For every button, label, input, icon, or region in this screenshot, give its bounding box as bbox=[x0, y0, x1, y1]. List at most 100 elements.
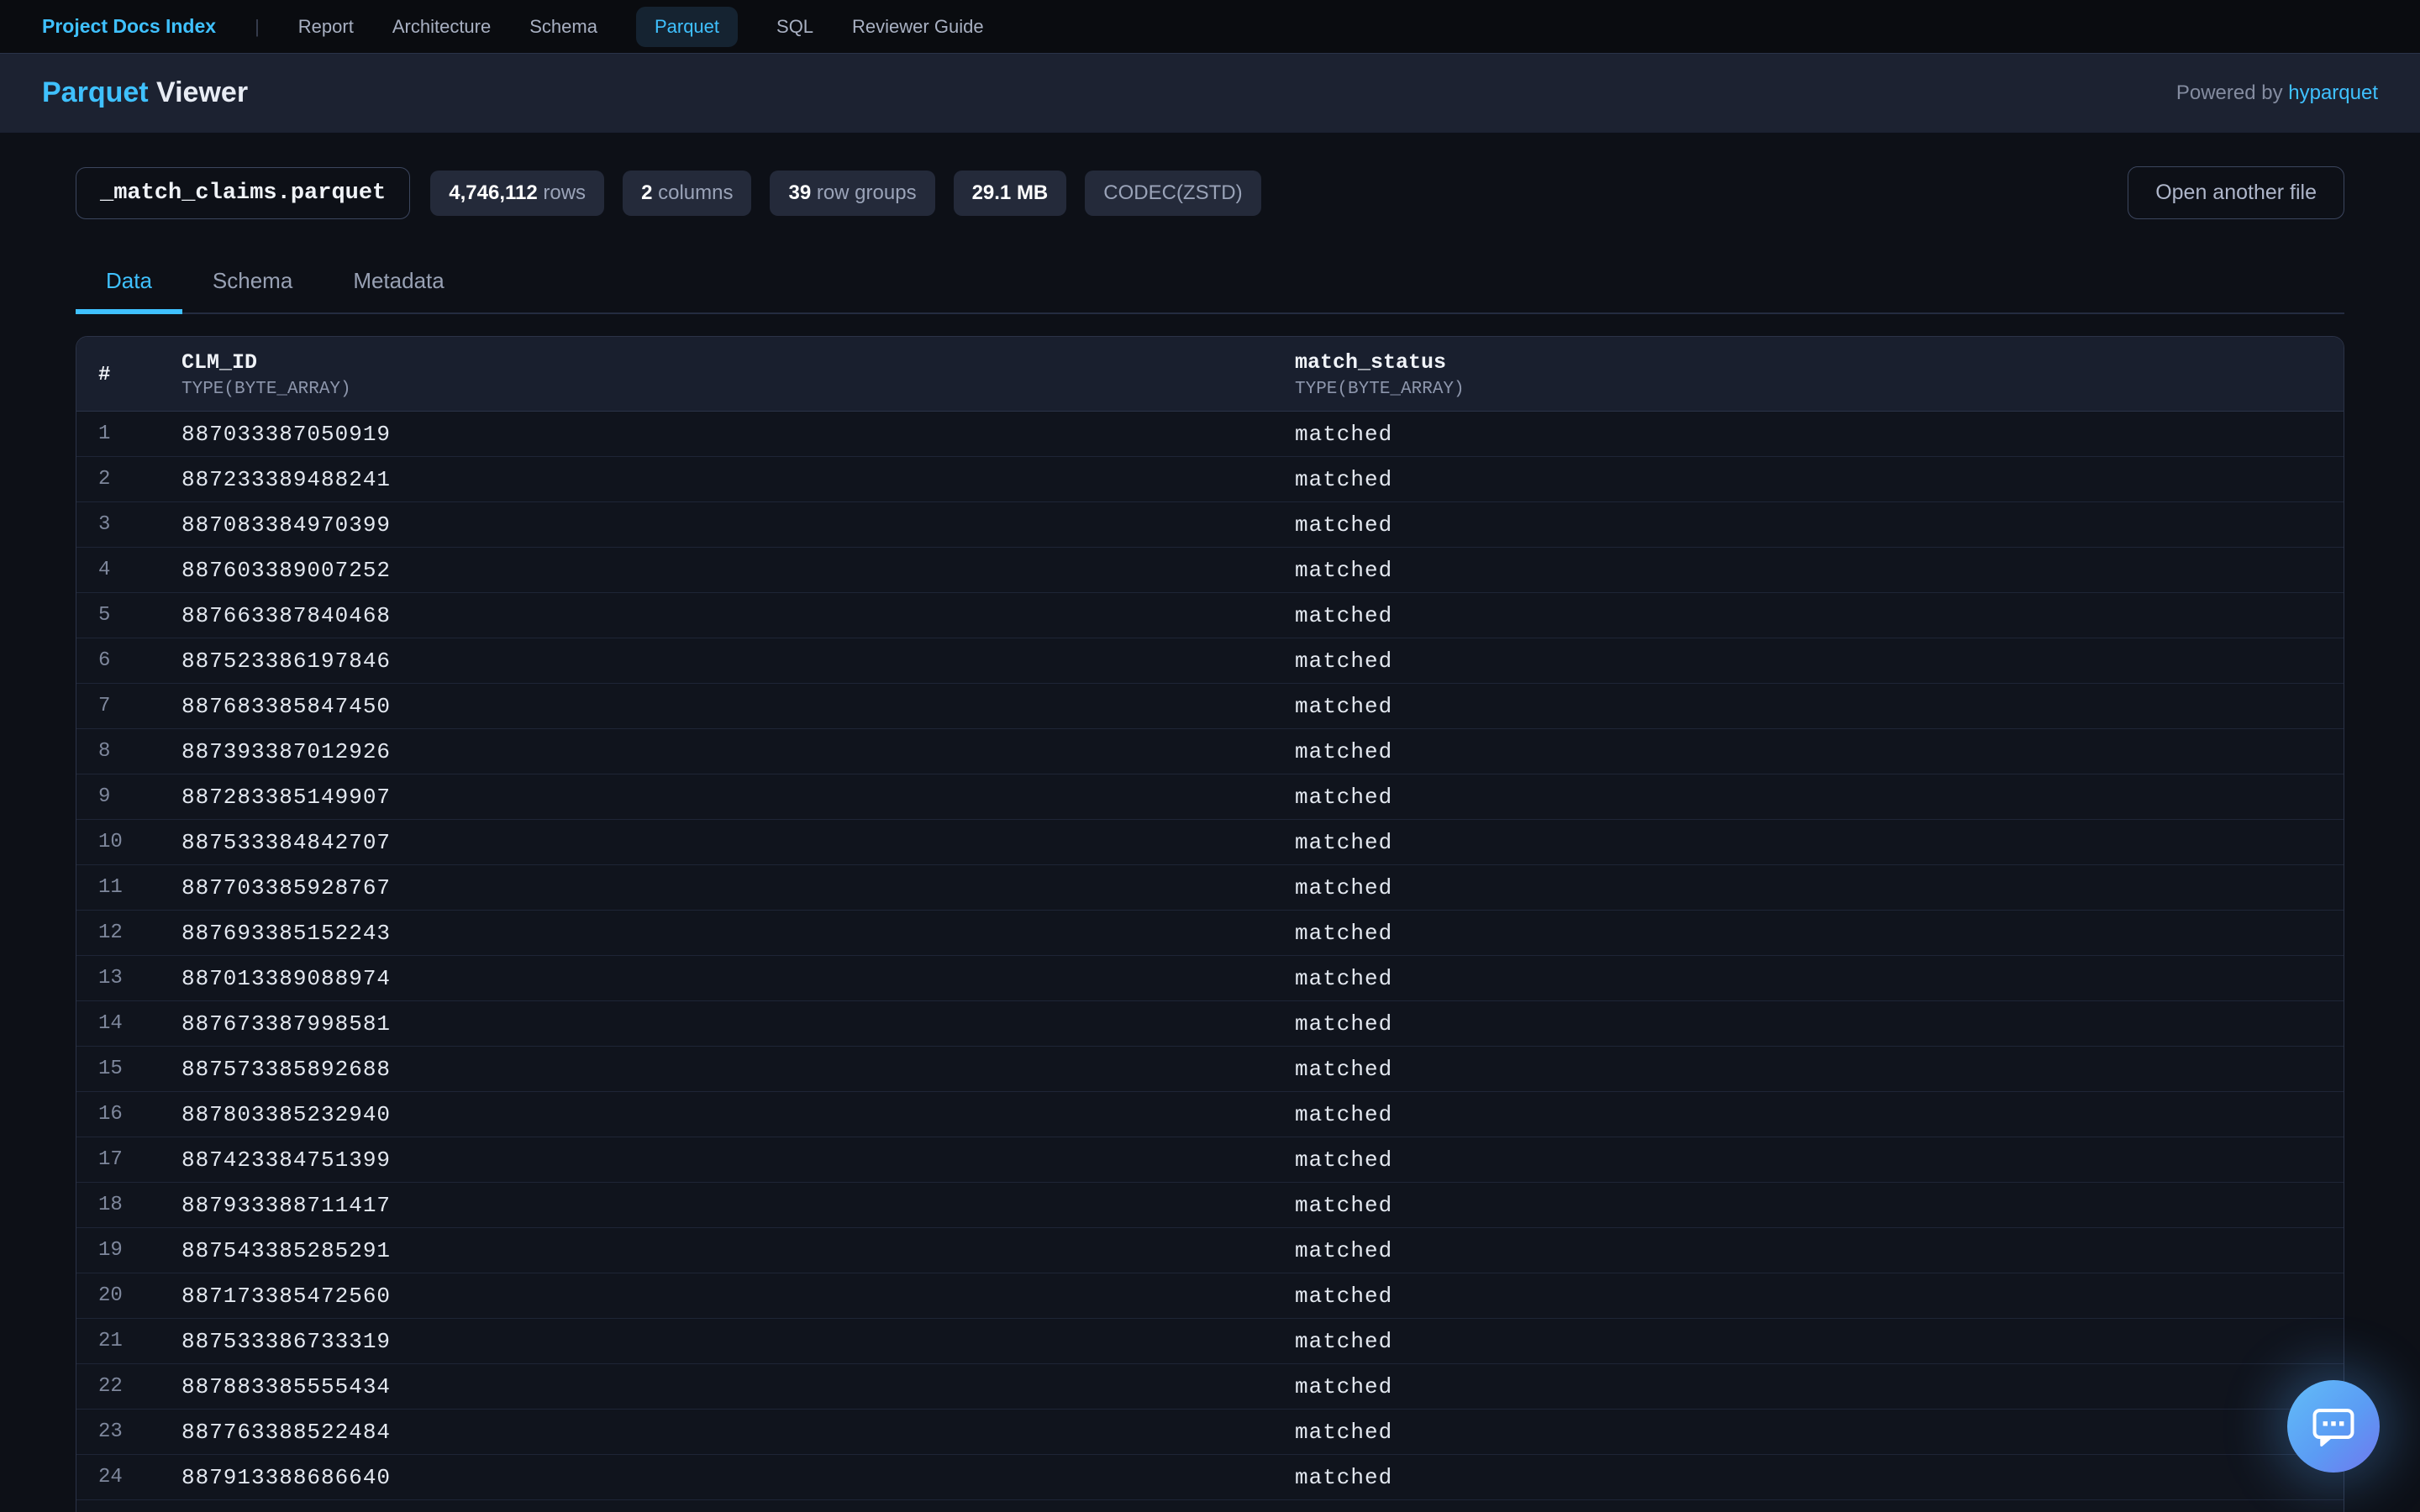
table-row: 24 887913388686640 matched bbox=[76, 1455, 2344, 1500]
table-row: 9 887283385149907 matched bbox=[76, 774, 2344, 820]
row-index: 17 bbox=[98, 1148, 123, 1171]
nav-brand[interactable]: Project Docs Index bbox=[42, 15, 216, 38]
file-stat-badge: 29.1 MB bbox=[953, 170, 1067, 216]
column-type: TYPE(BYTE_ARRAY) bbox=[1295, 380, 1465, 399]
cell-match-status: matched bbox=[1295, 421, 1393, 447]
cell-clm-id: 887883385555434 bbox=[182, 1373, 392, 1399]
powered-by: Powered by hyparquet bbox=[2176, 81, 2378, 105]
nav-item-schema[interactable]: Schema bbox=[529, 16, 597, 38]
tab-schema[interactable]: Schema bbox=[182, 255, 323, 314]
cell-clm-id: 887173385472560 bbox=[182, 1283, 392, 1309]
row-index: 5 bbox=[98, 604, 111, 627]
cell-match-status: matched bbox=[1295, 1283, 1393, 1309]
table-row: 21 887533386733319 matched bbox=[76, 1319, 2344, 1364]
cell-match-status: matched bbox=[1295, 738, 1393, 764]
row-index: 8 bbox=[98, 740, 111, 763]
row-index: 11 bbox=[98, 876, 123, 899]
cell-clm-id: 887033387050919 bbox=[182, 421, 392, 447]
column-name: match_status bbox=[1295, 350, 1447, 375]
cell-match-status: matched bbox=[1295, 693, 1393, 719]
row-index: 22 bbox=[98, 1375, 123, 1398]
table-row: 2 887233389488241 matched bbox=[76, 457, 2344, 502]
nav-items: Report Architecture Schema Parquet SQL Review… bbox=[298, 6, 984, 47]
nav-item-parquet[interactable]: Parquet bbox=[635, 6, 739, 47]
cell-clm-id: 887013389088974 bbox=[182, 965, 392, 991]
row-index: 13 bbox=[98, 967, 123, 990]
row-index: 12 bbox=[98, 921, 123, 944]
hyparquet-link[interactable]: hyparquet bbox=[2288, 81, 2378, 104]
data-table: # CLM_ID TYPE(BYTE_ARRAY) match_status T… bbox=[76, 336, 2344, 1512]
row-index: 23 bbox=[98, 1420, 123, 1443]
cell-match-status: matched bbox=[1295, 512, 1393, 538]
cell-clm-id: 887703385928767 bbox=[182, 874, 392, 900]
cell-match-status: matched bbox=[1295, 1056, 1393, 1082]
cell-clm-id: 887603389007252 bbox=[182, 557, 392, 583]
table-row: 16 887803385232940 matched bbox=[76, 1092, 2344, 1137]
filename-badge: _match_claims.parquet bbox=[76, 166, 411, 219]
cell-match-status: matched bbox=[1295, 557, 1393, 583]
cell-clm-id: 887523386197846 bbox=[182, 648, 392, 674]
top-nav: Project Docs Index | Report Architecture S… bbox=[0, 0, 2420, 53]
cell-clm-id: 887913388686640 bbox=[182, 1464, 392, 1490]
cell-match-status: matched bbox=[1295, 602, 1393, 628]
cell-match-status: matched bbox=[1295, 1147, 1393, 1173]
file-stat-badge: CODEC(ZSTD) bbox=[1085, 170, 1261, 216]
cell-match-status: matched bbox=[1295, 648, 1393, 674]
chat-button[interactable] bbox=[2287, 1380, 2380, 1473]
cell-clm-id: 887933388711417 bbox=[182, 1192, 392, 1218]
row-index: 2 bbox=[98, 468, 111, 491]
cell-match-status: matched bbox=[1295, 1101, 1393, 1127]
cell-clm-id: 887083384970399 bbox=[182, 512, 392, 538]
row-index: 7 bbox=[98, 695, 111, 717]
table-row: 22 887883385555434 matched bbox=[76, 1364, 2344, 1410]
nav-item-sql[interactable]: SQL bbox=[776, 16, 813, 38]
cell-match-status: matched bbox=[1295, 1237, 1393, 1263]
cell-clm-id: 887683385847450 bbox=[182, 693, 392, 719]
cell-clm-id: 887533386733319 bbox=[182, 1328, 392, 1354]
row-index: 6 bbox=[98, 649, 111, 672]
cell-match-status: matched bbox=[1295, 1328, 1393, 1354]
column-name: CLM_ID bbox=[182, 350, 258, 375]
nav-item-architecture[interactable]: Architecture bbox=[392, 16, 491, 38]
row-index: 14 bbox=[98, 1012, 123, 1035]
row-index: 21 bbox=[98, 1330, 123, 1352]
row-index: 20 bbox=[98, 1284, 123, 1307]
powered-by-text: Powered by bbox=[2175, 81, 2289, 104]
table-row: 20 887173385472560 matched bbox=[76, 1273, 2344, 1319]
table-row: 1 887033387050919 matched bbox=[76, 412, 2344, 457]
cell-match-status: matched bbox=[1295, 784, 1393, 810]
cell-clm-id: 887233389488241 bbox=[182, 466, 392, 492]
row-index: 19 bbox=[98, 1239, 123, 1262]
table-row: 5 887663387840468 matched bbox=[76, 593, 2344, 638]
column-header-clm-id: CLM_ID TYPE(BYTE_ARRAY) bbox=[182, 350, 1295, 399]
table-row: 6 887523386197846 matched bbox=[76, 638, 2344, 684]
cell-clm-id: 887543385285291 bbox=[182, 1237, 392, 1263]
row-index: 4 bbox=[98, 559, 111, 581]
table-row: 23 887763388522484 matched bbox=[76, 1410, 2344, 1455]
table-row: 14 887673387998581 matched bbox=[76, 1001, 2344, 1047]
column-header-match-status: match_status TYPE(BYTE_ARRAY) bbox=[1295, 350, 2344, 399]
cell-match-status: matched bbox=[1295, 1192, 1393, 1218]
cell-clm-id: 887393387012926 bbox=[182, 738, 392, 764]
table-row: 25887453387120968matched bbox=[76, 1500, 2344, 1512]
tab-metadata[interactable]: Metadata bbox=[323, 255, 474, 314]
tab-data[interactable]: Data bbox=[76, 255, 182, 314]
table-body: 1 887033387050919 matched 2 887233389488241 m… bbox=[76, 412, 2344, 1512]
nav-item-reviewer-guide[interactable]: Reviewer Guide bbox=[852, 16, 984, 38]
file-stat-badge: 4,746,112 rows bbox=[430, 170, 605, 216]
cell-match-status: matched bbox=[1295, 920, 1393, 946]
row-index: 9 bbox=[98, 785, 111, 808]
table-row: 13 887013389088974 matched bbox=[76, 956, 2344, 1001]
table-row: 7 887683385847450 matched bbox=[76, 684, 2344, 729]
open-another-file-button[interactable]: Open another file bbox=[2128, 166, 2344, 219]
cell-clm-id: 887283385149907 bbox=[182, 784, 392, 810]
table-row: 10 887533384842707 matched bbox=[76, 820, 2344, 865]
view-tabs: Data Schema Metadata bbox=[76, 255, 2344, 314]
table-row: 8 887393387012926 matched bbox=[76, 729, 2344, 774]
file-stat-badge: 39 row groups bbox=[770, 170, 935, 216]
table-row: 18 887933388711417 matched bbox=[76, 1183, 2344, 1228]
nav-item-report[interactable]: Report bbox=[298, 16, 354, 38]
nav-separator: | bbox=[255, 15, 260, 37]
row-index: 3 bbox=[98, 513, 111, 536]
cell-match-status: matched bbox=[1295, 1419, 1393, 1445]
